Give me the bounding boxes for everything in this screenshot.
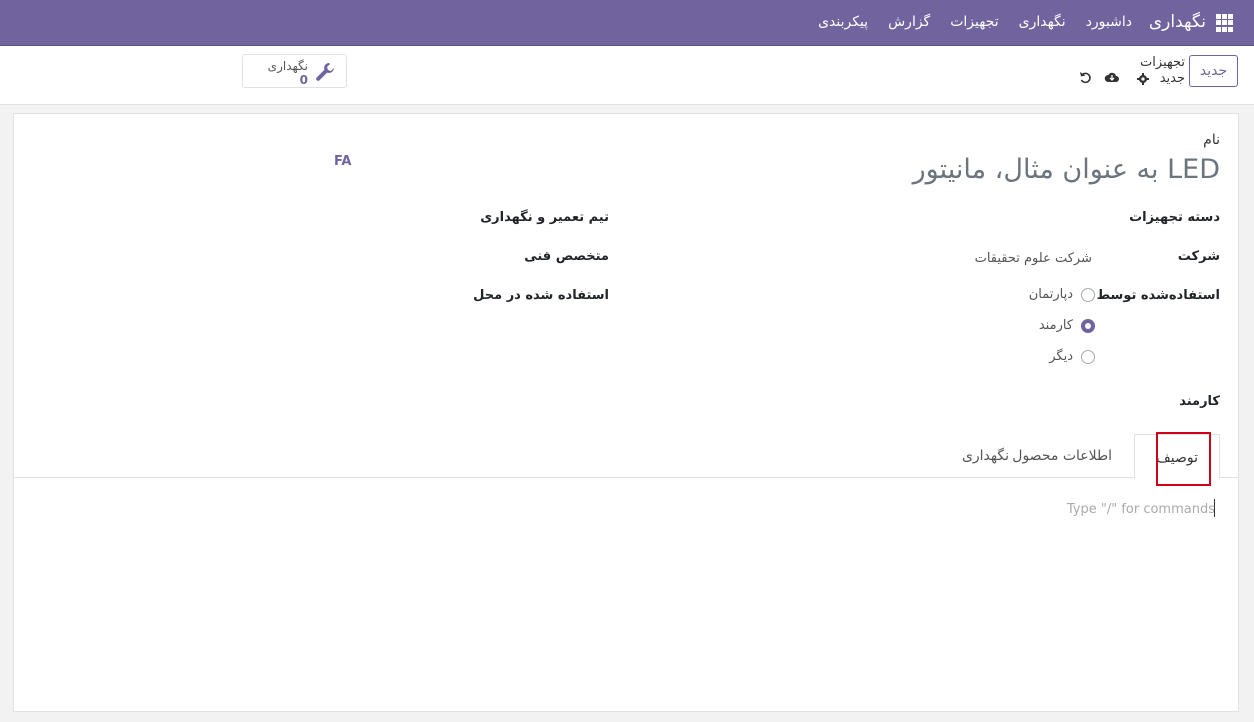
team-label: تیم تعمیر و نگهداری: [480, 210, 609, 225]
app-name[interactable]: نگهداری: [1149, 12, 1206, 32]
employee-label: کارمند: [1179, 394, 1220, 409]
top-navbar: نگهداری داشبورد نگهداری تجهیزات گزارش پی…: [0, 0, 1254, 46]
control-panel: جدید تجهیزات جدید نگهداری 0: [0, 46, 1254, 105]
stat-value: 0: [299, 73, 308, 87]
menu-item-reporting[interactable]: گزارش: [888, 14, 930, 30]
breadcrumb-current: جدید: [1159, 71, 1185, 86]
radio-other-label: دیگر: [1049, 349, 1073, 364]
apps-grid-icon[interactable]: [1216, 14, 1234, 32]
maintenance-stat-button[interactable]: نگهداری 0: [242, 54, 347, 88]
name-input[interactable]: به عنوان مثال، مانیتور LED: [913, 154, 1220, 185]
wrench-icon: [316, 63, 334, 81]
fa-badge: FA: [334, 154, 352, 169]
editor-placeholder[interactable]: Type "/" for commands: [1067, 502, 1215, 517]
radio-button[interactable]: [1081, 287, 1095, 302]
notebook-tabs: توصیف اطلاعات محصول نگهداری: [14, 434, 1238, 479]
new-button[interactable]: جدید: [1189, 55, 1238, 87]
radio-other[interactable]: دیگر: [1049, 349, 1095, 364]
menu-item-maintenance[interactable]: نگهداری: [1019, 14, 1066, 30]
category-label: دسته تجهیزات: [1129, 210, 1220, 225]
stat-label: نگهداری: [267, 59, 308, 73]
radio-employee-label: کارمند: [1038, 318, 1073, 333]
company-value[interactable]: شرکت علوم تحقیقات: [975, 251, 1092, 266]
gear-icon[interactable]: [1137, 73, 1149, 85]
text-caret: [1214, 499, 1215, 517]
menu-item-dashboard[interactable]: داشبورد: [1086, 14, 1132, 30]
radio-employee[interactable]: کارمند: [1039, 318, 1095, 333]
cloud-save-icon[interactable]: [1104, 71, 1120, 84]
breadcrumb-parent[interactable]: تجهیزات: [1140, 55, 1185, 70]
tab-maintenance[interactable]: نگهداری: [962, 448, 1009, 464]
form-sheet: نام به عنوان مثال، مانیتور LED FA دسته ت…: [13, 113, 1239, 712]
radio-button-selected[interactable]: [1081, 318, 1095, 333]
discard-icon[interactable]: [1079, 71, 1092, 84]
highlight-annotation: [1156, 432, 1211, 486]
radio-department[interactable]: دپارتمان: [1029, 287, 1095, 302]
main-menu: داشبورد نگهداری تجهیزات گزارش پیکربندی: [798, 14, 1132, 30]
used-by-label: استفاده‌شده توسط: [1096, 288, 1220, 303]
location-label: استفاده شده در محل: [473, 288, 609, 303]
name-label: نام: [1203, 132, 1220, 148]
menu-item-configuration[interactable]: پیکربندی: [818, 14, 868, 30]
radio-department-label: دپارتمان: [1028, 287, 1073, 302]
menu-item-equipment[interactable]: تجهیزات: [950, 14, 998, 30]
technician-label: متخصص فنی: [524, 249, 609, 264]
radio-button[interactable]: [1081, 349, 1095, 364]
company-label: شرکت: [1177, 249, 1220, 264]
tab-product-info[interactable]: اطلاعات محصول: [1012, 448, 1112, 464]
